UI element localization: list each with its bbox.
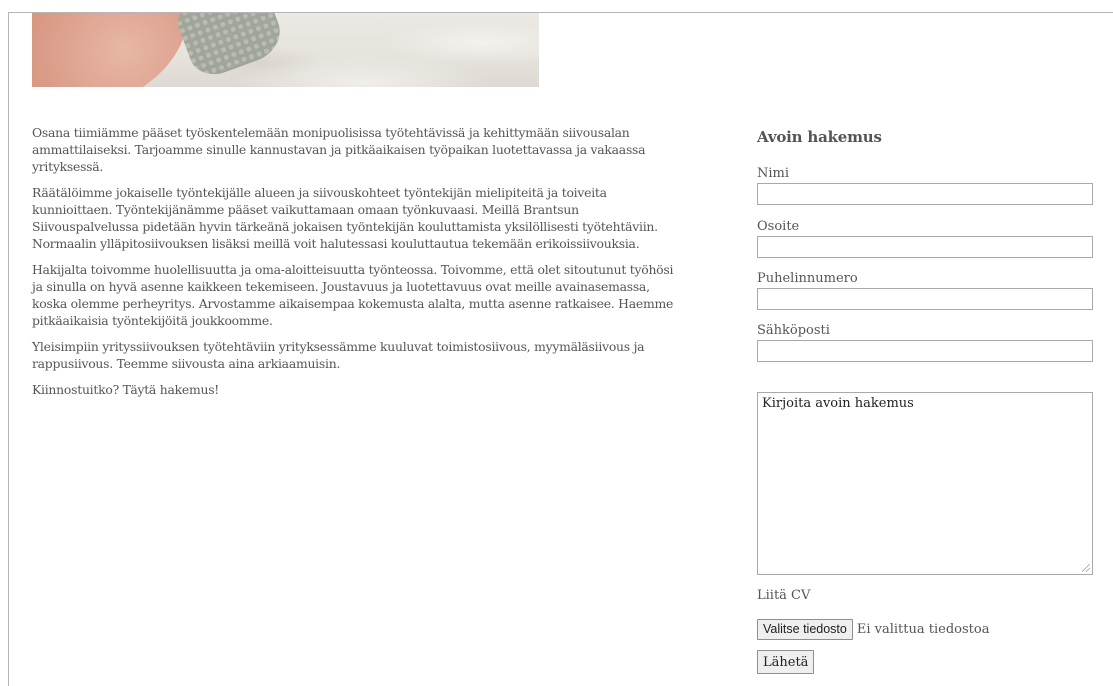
choose-file-button[interactable]: Valitse tiedosto xyxy=(757,618,853,640)
file-status-text: Ei valittua tiedostoa xyxy=(856,621,990,637)
description-paragraph: Osana tiimiämme pääset työskentelemään m… xyxy=(32,125,646,174)
email-input[interactable] xyxy=(757,340,1093,362)
cv-file-picker: Valitse tiedosto Ei valittua tiedostoa xyxy=(757,618,989,640)
cv-label: Liitä CV xyxy=(757,588,811,603)
page-frame-left-border xyxy=(8,12,9,686)
description-paragraph: Hakijalta toivomme huolellisuutta ja oma… xyxy=(32,262,674,328)
phone-input[interactable] xyxy=(757,288,1093,310)
job-description: Osana tiimiämme pääset työskentelemään m… xyxy=(32,124,682,407)
email-label: Sähköposti xyxy=(757,323,830,338)
application-textarea-text: Kirjoita avoin hakemus xyxy=(762,396,914,411)
description-paragraph: Yleisimpiin yrityssiivouksen työtehtävii… xyxy=(32,339,645,371)
address-input[interactable] xyxy=(757,236,1093,258)
submit-button[interactable]: Lähetä xyxy=(757,650,815,674)
phone-label: Puhelinnumero xyxy=(757,271,858,286)
name-label: Nimi xyxy=(757,166,790,181)
description-paragraph: Kiinnostuitko? Täytä hakemus! xyxy=(32,382,220,397)
address-label: Osoite xyxy=(757,219,800,234)
form-title: Avoin hakemus xyxy=(757,128,882,146)
application-textarea[interactable]: Kirjoita avoin hakemus xyxy=(757,392,1093,575)
hero-image xyxy=(32,13,539,87)
description-paragraph: Räätälöimme jokaiselle työntekijälle alu… xyxy=(32,185,658,251)
resize-grip-icon[interactable] xyxy=(1082,564,1090,572)
name-input[interactable] xyxy=(757,183,1093,205)
